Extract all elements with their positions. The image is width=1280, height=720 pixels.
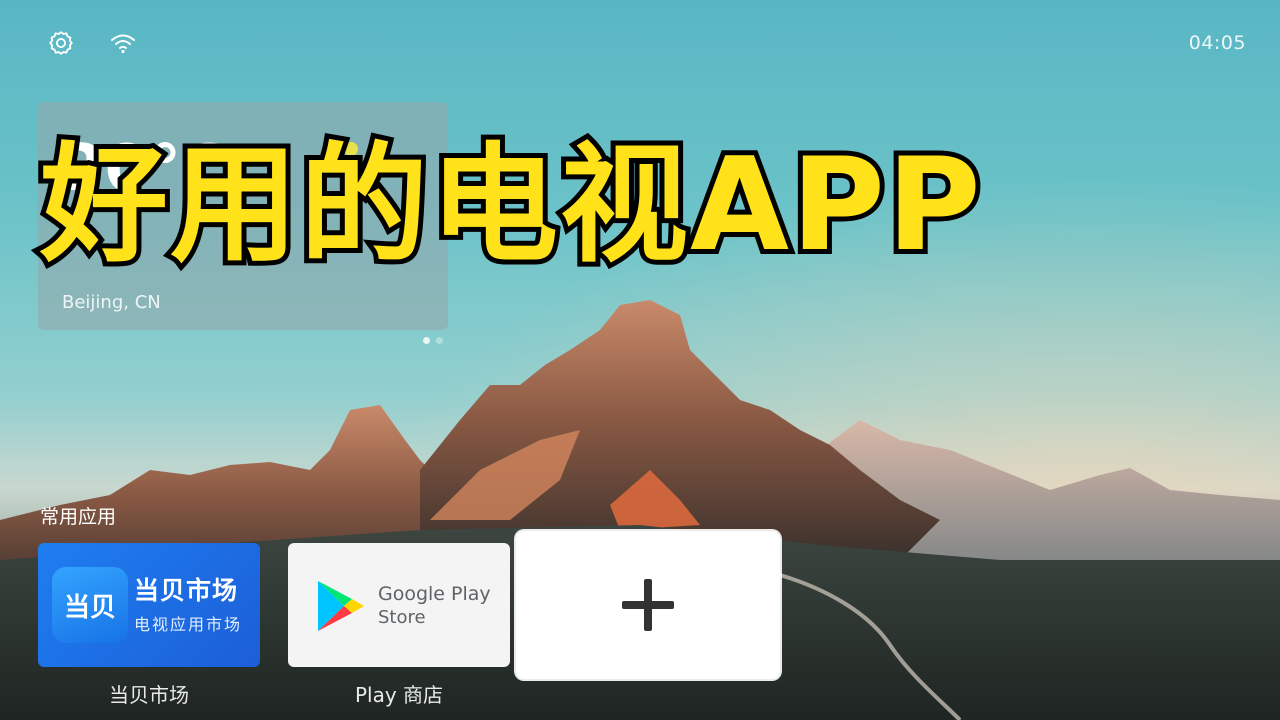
app-subtitle: 电视应用市场 [134,615,243,634]
wifi-status[interactable] [108,28,138,58]
page-dot [436,337,443,344]
gear-icon [49,31,73,55]
section-title: 常用应用 [40,506,117,528]
weather-location: Beijing, CN [62,292,161,313]
settings-button[interactable] [46,28,76,58]
dangbei-logo: 当贝 [52,567,128,643]
add-app-button[interactable] [516,531,780,679]
plus-icon [622,579,674,631]
clock: 04:05 [1188,32,1246,54]
app-caption-dangbei: 当贝市场 [109,683,189,707]
app-title-line2: Store [378,607,426,628]
page-dot-active [423,337,430,344]
app-tile-play-store[interactable]: Google Play Store [288,543,510,667]
widget-page-indicator [423,337,443,344]
app-title: Google Play [378,583,491,605]
overlay-headline: 好用的电视APP [35,131,986,280]
app-tile-dangbei[interactable]: 当贝 当贝市场 电视应用市场 [38,543,260,667]
app-caption-play-store: Play 商店 [354,683,444,707]
app-title: 当贝市场 [134,576,239,605]
wifi-icon [111,34,135,54]
google-play-icon [318,581,364,631]
